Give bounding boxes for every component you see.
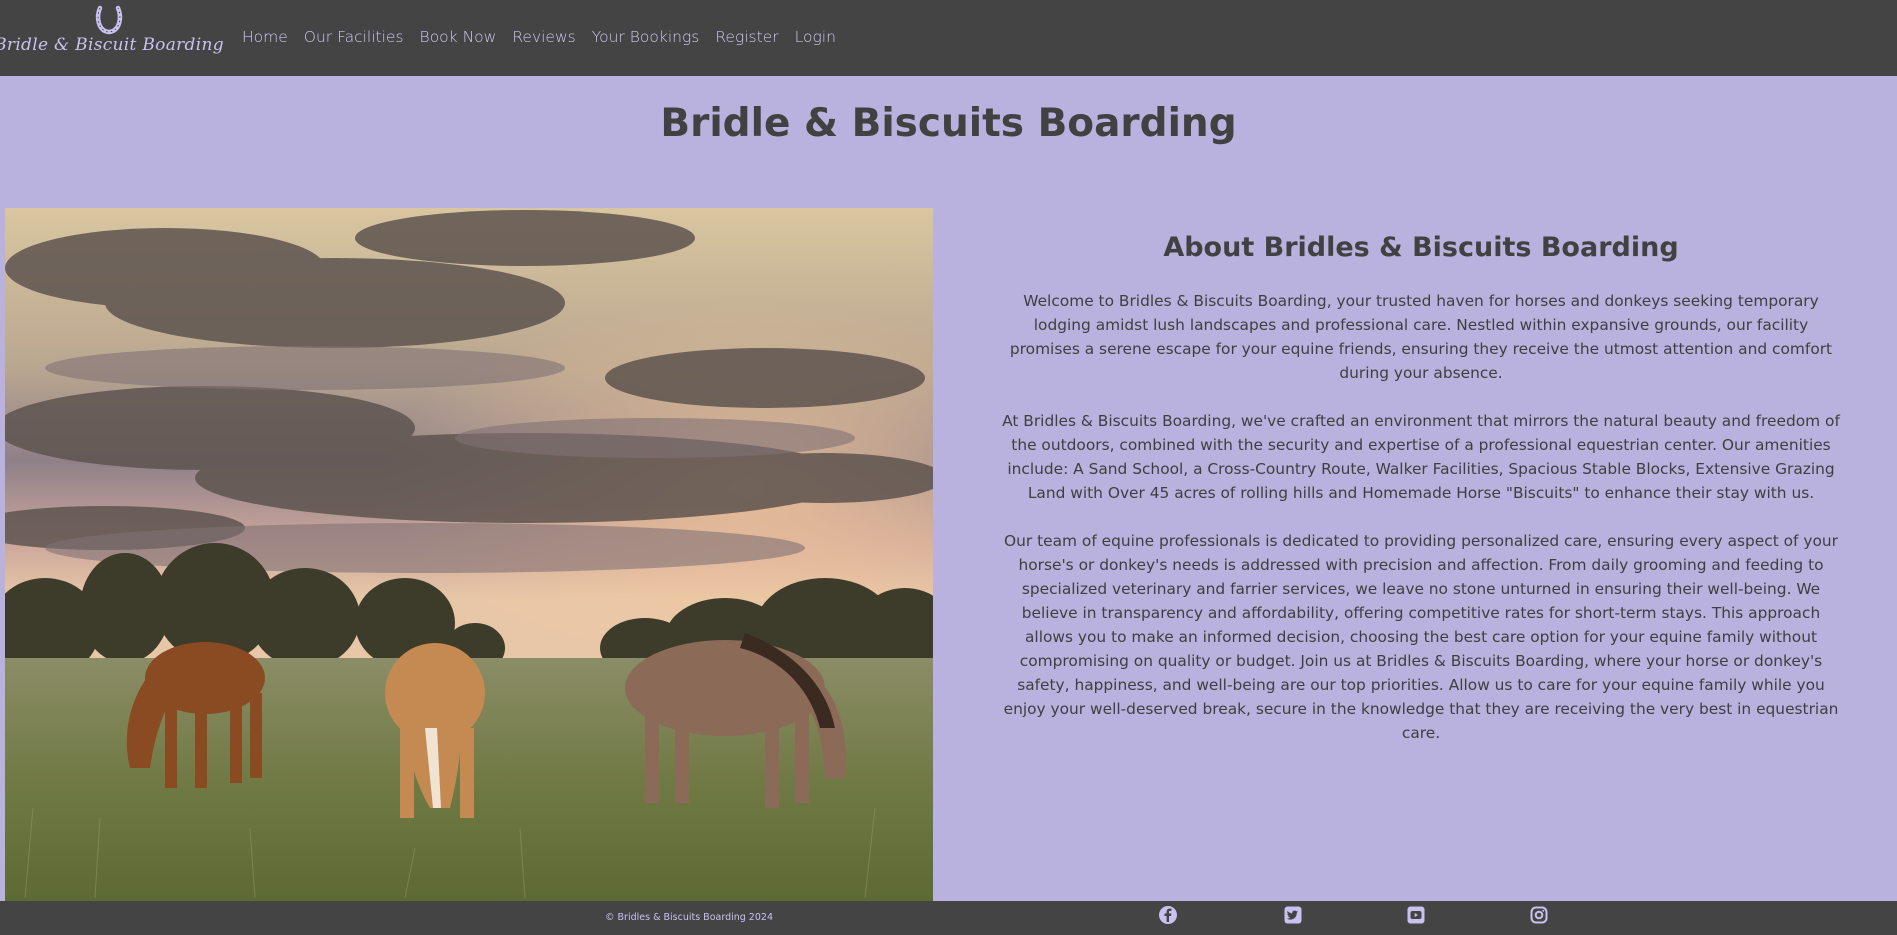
nav-links: Home Our Facilities Book Now Reviews You… bbox=[242, 28, 852, 46]
facebook-icon[interactable] bbox=[1158, 905, 1180, 927]
youtube-icon[interactable] bbox=[1406, 905, 1428, 927]
about-paragraph-1: Welcome to Bridles & Biscuits Boarding, … bbox=[1009, 292, 1833, 382]
about-heading: About Bridles & Biscuits Boarding bbox=[1163, 232, 1679, 263]
brand-logo-link[interactable]: Bridle & Biscuit Boarding bbox=[0, 0, 224, 76]
brand-logo-text: Bridle & Biscuit Boarding bbox=[0, 35, 224, 55]
nav-home[interactable]: Home bbox=[242, 28, 288, 46]
about-paragraph-2: At Bridles & Biscuits Boarding, we've cr… bbox=[1002, 412, 1840, 502]
hero-image bbox=[5, 208, 933, 901]
footer: © Bridles & Biscuits Boarding 2024 bbox=[0, 901, 1897, 935]
navbar: Bridle & Biscuit Boarding Home Our Facil… bbox=[0, 0, 1897, 76]
nav-book-now[interactable]: Book Now bbox=[420, 28, 497, 46]
nav-our-facilities[interactable]: Our Facilities bbox=[304, 28, 404, 46]
nav-register[interactable]: Register bbox=[715, 28, 778, 46]
page-title: Bridle & Biscuits Boarding bbox=[660, 101, 1237, 146]
nav-login[interactable]: Login bbox=[795, 28, 836, 46]
copyright-text: © Bridles & Biscuits Boarding 2024 bbox=[605, 912, 773, 923]
about-paragraph-3: Our team of equine professionals is dedi… bbox=[1003, 532, 1839, 742]
nav-reviews[interactable]: Reviews bbox=[512, 28, 575, 46]
horseshoe-icon bbox=[95, 5, 123, 35]
about-section: About Bridles & Biscuits Boarding Welcom… bbox=[1000, 208, 1842, 745]
twitter-icon[interactable] bbox=[1283, 905, 1305, 927]
horses-grazing-image bbox=[5, 208, 933, 901]
instagram-icon[interactable] bbox=[1529, 905, 1551, 927]
nav-your-bookings[interactable]: Your Bookings bbox=[592, 28, 700, 46]
